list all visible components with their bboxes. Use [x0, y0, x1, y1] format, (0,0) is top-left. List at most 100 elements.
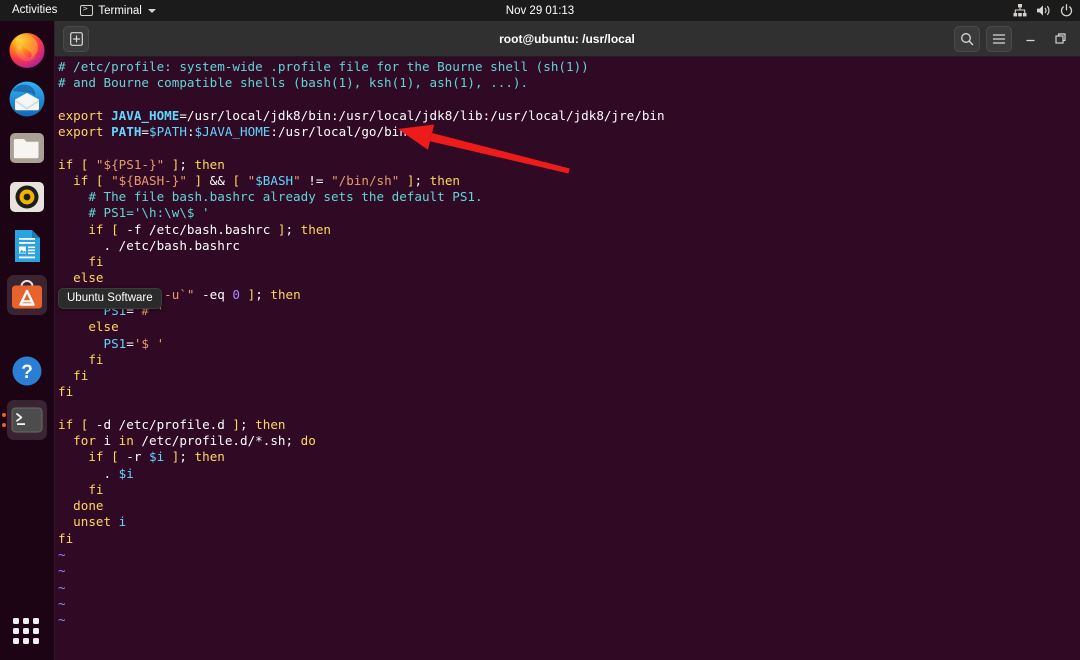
- dock-item-thunderbird[interactable]: [7, 79, 47, 119]
- terminal-view[interactable]: # /etc/profile: system-wide .profile fil…: [54, 57, 1080, 660]
- network-icon[interactable]: [1013, 4, 1027, 17]
- grid-cell: [23, 628, 29, 634]
- help-icon: ?: [12, 356, 42, 386]
- dock-item-firefox[interactable]: [7, 30, 47, 70]
- terminal-line: if [ -d /etc/profile.d ]; then: [58, 417, 665, 433]
- rhythmbox-icon: [10, 182, 44, 212]
- terminal-span: ;: [414, 172, 430, 188]
- menu-button[interactable]: [986, 25, 1012, 52]
- terminal-span: ~: [58, 546, 66, 562]
- minimize-button[interactable]: [1018, 27, 1042, 51]
- terminal-span: $i: [118, 465, 134, 481]
- grid-cell: [23, 638, 29, 644]
- system-tray: [1013, 0, 1073, 21]
- terminal-line: # /etc/profile: system-wide .profile fil…: [58, 59, 665, 75]
- terminal-span: -f: [126, 221, 142, 237]
- terminal-span: ]: [240, 286, 256, 302]
- terminal-span: # PS1='\h:\w\$ ': [58, 205, 210, 221]
- search-button[interactable]: [954, 25, 980, 52]
- terminal-span: fi: [58, 481, 104, 497]
- dock-item-help[interactable]: ?: [7, 351, 47, 391]
- terminal-span: ": [293, 172, 301, 188]
- minimize-icon: [1025, 39, 1035, 42]
- terminal-span: if: [58, 449, 104, 465]
- terminal-span: $PATH: [149, 124, 187, 140]
- terminal-line: # and Bourne compatible shells (bash(1),…: [58, 75, 665, 91]
- terminal-span: $JAVA_HOME: [194, 124, 271, 140]
- terminal-span: export: [58, 107, 112, 123]
- terminal-span: ;: [240, 416, 256, 432]
- terminal-line: if [ "${PS1-}" ]; then: [58, 157, 665, 173]
- firefox-icon: [9, 33, 45, 68]
- volume-icon[interactable]: [1036, 4, 1051, 17]
- terminal-window: root@ubuntu: /usr/local # /etc/profile: …: [54, 21, 1080, 660]
- terminal-line: fi: [58, 531, 665, 547]
- activities-button[interactable]: Activities: [0, 0, 66, 21]
- chevron-down-icon: [147, 8, 156, 13]
- dock-item-rhythmbox[interactable]: [7, 177, 47, 217]
- terminal-span: fi: [58, 254, 104, 270]
- terminal-line: export JAVA_HOME=/usr/local/jdk8/bin:/us…: [58, 108, 665, 124]
- terminal-span: ;: [179, 449, 195, 465]
- terminal-span: [111, 514, 119, 529]
- terminal-span: =/usr/local/jdk8/bin:/usr/local/jdk8/lib…: [179, 107, 665, 123]
- terminal-span: JAVA_HOME: [111, 107, 180, 123]
- new-tab-button[interactable]: [63, 25, 89, 52]
- terminal-span: in: [118, 433, 134, 449]
- new-tab-icon: [69, 31, 83, 46]
- terminal-span: ]: [232, 416, 241, 432]
- running-indicator-dot: [2, 423, 6, 427]
- search-icon: [961, 32, 974, 45]
- terminal-line: for i in /etc/profile.d/*.sh; do: [58, 433, 665, 449]
- terminal-line: . $i: [58, 466, 665, 482]
- terminal-span: =: [141, 124, 150, 140]
- maximize-button[interactable]: [1048, 27, 1072, 51]
- terminal-span: PS1: [58, 335, 127, 351]
- dock-item-ubuntu-software[interactable]: [7, 275, 47, 315]
- terminal-line: . /etc/bash.bashrc: [58, 238, 665, 254]
- clock-label[interactable]: Nov 29 01:13: [506, 5, 574, 17]
- grid-cell: [13, 628, 19, 634]
- terminal-span: for: [58, 433, 96, 449]
- terminal-span: if: [58, 416, 74, 432]
- maximize-icon: [1054, 33, 1066, 44]
- terminal-line: ~: [58, 612, 665, 628]
- terminal-content: # /etc/profile: system-wide .profile fil…: [58, 59, 665, 628]
- terminal-span: done: [58, 498, 104, 514]
- terminal-span: 0: [232, 286, 241, 302]
- terminal-span: :: [186, 124, 195, 140]
- dock-item-terminal[interactable]: [2, 400, 47, 440]
- terminal-span: [: [232, 172, 248, 188]
- desktop-screen: Activities Terminal Nov 29 01:13: [0, 0, 1080, 660]
- terminal-line: fi: [58, 254, 665, 270]
- power-icon[interactable]: [1060, 4, 1073, 17]
- terminal-line: else: [58, 270, 665, 286]
- dock-tooltip: Ubuntu Software: [58, 288, 162, 309]
- terminal-span: then: [270, 286, 301, 302]
- vim-status-line: -- INSERT -- 5,47 All: [58, 640, 1078, 660]
- show-applications-button[interactable]: [13, 618, 41, 646]
- dock-item-files[interactable]: [7, 128, 47, 168]
- files-folder-icon: [10, 133, 44, 163]
- terminal-span: [: [73, 156, 96, 172]
- app-menu-terminal[interactable]: Terminal: [80, 4, 156, 17]
- dock-item-libreoffice-writer[interactable]: [7, 226, 47, 266]
- terminal-line: fi: [58, 482, 665, 498]
- ubuntu-dock: ?: [0, 21, 55, 660]
- terminal-span: -eq: [194, 286, 233, 302]
- terminal-span: ;: [285, 221, 301, 237]
- terminal-line: ~: [58, 547, 665, 563]
- terminal-span: !=: [300, 172, 332, 188]
- window-title: root@ubuntu: /usr/local: [499, 31, 635, 46]
- terminal-span: then: [255, 416, 286, 432]
- thunderbird-icon: [9, 81, 45, 117]
- terminal-span: :/usr/local/go/bin: [270, 124, 407, 140]
- terminal-span: if: [58, 221, 104, 237]
- terminal-span: then: [194, 449, 225, 465]
- terminal-span: [164, 449, 172, 464]
- grid-cell: [23, 618, 29, 624]
- terminal-span: /etc/bash.bashrc: [141, 221, 278, 237]
- terminal-line: ~: [58, 596, 665, 612]
- terminal-span: fi: [58, 368, 89, 384]
